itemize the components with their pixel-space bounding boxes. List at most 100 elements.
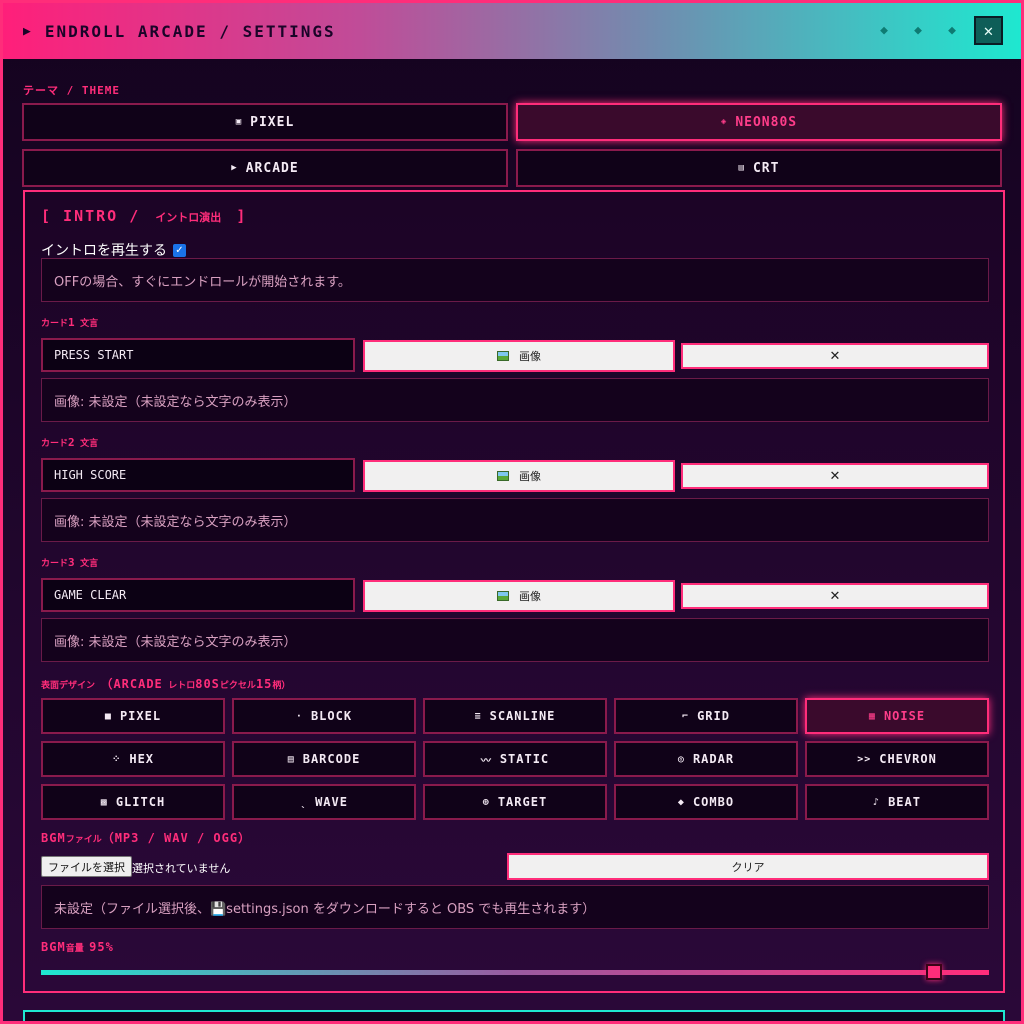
pattern-label: PIXEL [119, 709, 162, 723]
card-3-text-input[interactable]: GAME CLEAR [41, 578, 355, 612]
settings-panel: [ INTRO / イントロ演出 ] イントロを再生する ✓ OFFの場合、すぐ… [23, 190, 1005, 993]
intro-checkbox[interactable]: ✓ [173, 243, 186, 257]
card-1-label: カード1 文言 [41, 316, 98, 329]
pattern-label: BARCODE [302, 752, 361, 766]
card-2-image-button[interactable]: 画像 [363, 460, 675, 492]
pattern-pixel[interactable]: ■ PIXEL [41, 698, 225, 734]
pattern-block[interactable]: · BLOCK [232, 698, 416, 734]
card-2-clear-button[interactable]: ✕ [681, 463, 989, 489]
diamond-icon: ◆ [880, 23, 888, 38]
pattern-label: BEAT [888, 795, 921, 809]
diamond-icon: ◆ [677, 796, 685, 808]
pattern-glitch[interactable]: ▩ GLITCH [41, 784, 225, 820]
card-3-clear-button[interactable]: ✕ [681, 583, 989, 609]
pixel-icon: ▣ [235, 117, 243, 127]
card-1-image-button[interactable]: 画像 [363, 340, 675, 372]
bgm-clear-button[interactable]: クリア [507, 853, 989, 880]
pattern-hex[interactable]: ⁘ HEX [41, 741, 225, 777]
choose-file-button[interactable]: ファイルを選択 [41, 856, 132, 877]
bgm-label-jp: ファイル [65, 835, 102, 845]
pattern-label: GRID [697, 709, 730, 723]
pattern-label: COMBO [692, 795, 735, 809]
volume-slider-thumb[interactable] [926, 964, 943, 980]
hex-icon: ⁘ [111, 753, 122, 765]
card-1-text-input[interactable]: PRESS START [41, 338, 355, 372]
pattern-combo[interactable]: ◆ COMBO [614, 784, 798, 820]
pattern-wave[interactable]: ˎ WAVE [232, 784, 416, 820]
diamond-icon: ◆ [914, 23, 922, 38]
image-icon [497, 351, 509, 361]
pattern-label: TARGET [497, 795, 548, 809]
neon-diamond-icon: ◈ [720, 117, 728, 127]
close-button[interactable]: ✕ [974, 16, 1003, 45]
play-icon: ▶ [231, 163, 238, 173]
card-label-post: 文言 [80, 559, 99, 569]
title-bar: ▶ ENDROLL ARCADE / SETTINGS ◆ ◆ ◆ ✕ [3, 3, 1021, 59]
grid-icon: ⌐ [682, 710, 690, 722]
card-3-label: カード3 文言 [41, 556, 98, 569]
pattern-noise[interactable]: ▦ NOISE [805, 698, 989, 734]
pattern-radar[interactable]: ◎ RADAR [614, 741, 798, 777]
pattern-target[interactable]: ⊕ TARGET [423, 784, 607, 820]
section-title-suffix: ] [236, 207, 248, 225]
card-label-num: 1 [68, 316, 75, 329]
pattern-label: CHEVRON [879, 752, 937, 766]
wave-icon: ˎ [300, 796, 308, 808]
square-icon: ■ [104, 710, 112, 722]
theme-label: テーマ / THEME [23, 84, 120, 97]
theme-option-arcade[interactable]: ▶ ARCADE [22, 149, 508, 187]
image-button-label: 画像 [519, 590, 541, 603]
card-2-text-input[interactable]: HIGH SCORE [41, 458, 355, 492]
theme-option-pixel[interactable]: ▣ PIXEL [22, 103, 508, 141]
glitch-icon: ▩ [100, 796, 108, 808]
diamond-icon: ◆ [948, 23, 956, 38]
file-status: 選択されていません [132, 862, 231, 875]
pattern-label: NOISE [883, 709, 926, 723]
pattern-scanline[interactable]: ≡ SCANLINE [423, 698, 607, 734]
bottom-panel [23, 1010, 1005, 1021]
design-label-pre: 表面デザイン [41, 681, 96, 691]
theme-option-neon80s[interactable]: ◈ NEON80S [516, 103, 1002, 141]
play-arrow-icon: ▶ [23, 23, 31, 39]
pattern-label: GLITCH [115, 795, 166, 809]
design-label: 表面デザイン （ARCADE レトロ80Sピクセル15柄） [41, 675, 290, 692]
volume-label-main: BGM [41, 940, 66, 954]
pattern-static[interactable]: 〰 STATIC [423, 741, 607, 777]
bgm-status: 未設定（ファイル選択後、💾settings.json をダウンロードすると OB… [41, 885, 989, 929]
image-icon [497, 471, 509, 481]
intro-toggle[interactable]: イントロを再生する ✓ [41, 240, 186, 260]
card-label-pre: カード [41, 319, 69, 329]
design-label-num: 15 [255, 677, 273, 691]
radar-icon: ◎ [677, 753, 685, 765]
card-label-num: 2 [68, 436, 75, 449]
window-title: ENDROLL ARCADE / SETTINGS [44, 21, 336, 41]
card-1-image-status: 画像: 未設定（未設定なら文字のみ表示） [41, 378, 989, 422]
design-label-end: 柄） [272, 681, 291, 691]
pattern-barcode[interactable]: ▤ BARCODE [232, 741, 416, 777]
theme-option-label: PIXEL [250, 114, 295, 130]
volume-value: 95% [89, 940, 114, 954]
pattern-label: STATIC [499, 752, 550, 766]
theme-option-crt[interactable]: ▤ CRT [516, 149, 1002, 187]
bgm-label: BGMファイル（MP3 / WAV / OGG） [41, 829, 251, 846]
pattern-label: WAVE [315, 795, 348, 809]
pattern-chevron[interactable]: >> CHEVRON [805, 741, 989, 777]
lines-icon: ≡ [474, 710, 482, 722]
target-icon: ⊕ [482, 796, 490, 808]
design-label-main: （ARCADE [100, 677, 163, 691]
card-3-image-button[interactable]: 画像 [363, 580, 675, 612]
volume-slider-track[interactable] [41, 970, 989, 975]
pattern-grid[interactable]: ⌐ GRID [614, 698, 798, 734]
image-icon [497, 591, 509, 601]
pattern-label: HEX [129, 752, 155, 766]
card-1-clear-button[interactable]: ✕ [681, 343, 989, 369]
pattern-beat[interactable]: ♪ BEAT [805, 784, 989, 820]
pattern-label: RADAR [692, 752, 735, 766]
theme-option-label: NEON80S [735, 114, 798, 130]
theme-option-label: ARCADE [245, 160, 299, 176]
card-2-label: カード2 文言 [41, 436, 98, 449]
volume-label: BGM音量 95% [41, 940, 114, 954]
card-2-image-status: 画像: 未設定（未設定なら文字のみ表示） [41, 498, 989, 542]
settings-window: ▶ ENDROLL ARCADE / SETTINGS ◆ ◆ ◆ ✕ テーマ … [0, 0, 1024, 1024]
barcode-icon: ▤ [287, 753, 295, 765]
